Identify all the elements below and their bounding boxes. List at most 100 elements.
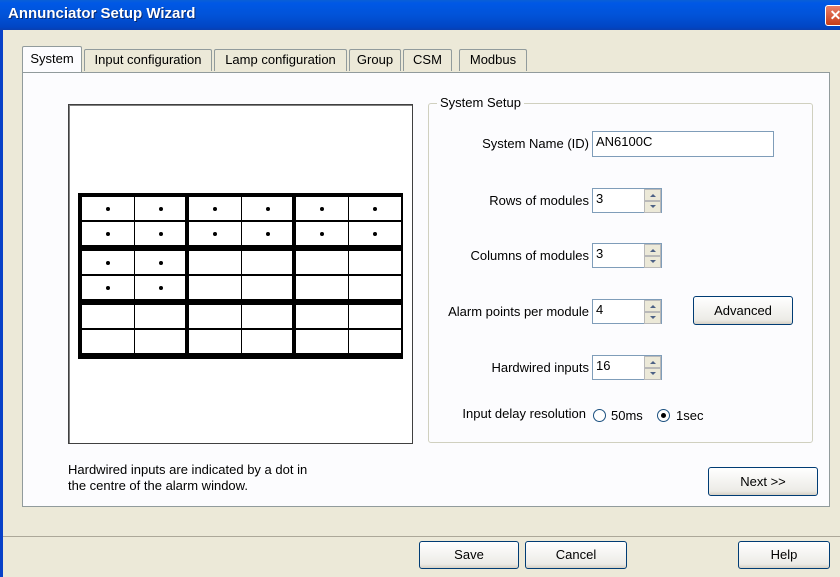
delay-1sec-label[interactable]: 1sec bbox=[676, 408, 703, 423]
hardwired-dot bbox=[373, 206, 377, 211]
hardwired-dot bbox=[159, 231, 163, 236]
module bbox=[185, 247, 296, 305]
window-title: Annunciator Setup Wizard bbox=[8, 5, 196, 22]
hardwired-note: Hardwired inputs are indicated by a dot … bbox=[68, 462, 398, 494]
advanced-button[interactable]: Advanced bbox=[693, 296, 793, 325]
alarm-window bbox=[242, 305, 294, 328]
module bbox=[292, 301, 403, 359]
alarm-window bbox=[82, 330, 134, 353]
alarm-points-spinner[interactable]: 4 bbox=[592, 299, 662, 324]
note-line-2: the centre of the alarm window. bbox=[68, 478, 248, 493]
hardwired-dot bbox=[373, 231, 377, 236]
hardwired-dot bbox=[106, 260, 110, 265]
tab-group[interactable]: Group bbox=[349, 49, 401, 71]
alarm-points-value[interactable]: 4 bbox=[592, 299, 644, 324]
hardwired-dot bbox=[106, 231, 110, 236]
spin-down-icon bbox=[650, 205, 656, 208]
tab-system[interactable]: System bbox=[22, 46, 82, 72]
input-delay-label: Input delay resolution bbox=[462, 406, 586, 421]
radio-selected-dot bbox=[661, 413, 666, 418]
delay-50ms-radio[interactable] bbox=[593, 409, 606, 422]
spin-down-icon bbox=[650, 316, 656, 319]
alarm-points-spin-up[interactable] bbox=[644, 300, 661, 312]
system-name-input[interactable]: AN6100C bbox=[592, 131, 774, 157]
footer-divider bbox=[3, 536, 840, 537]
window-frame bbox=[0, 30, 3, 577]
rows-spin-down[interactable] bbox=[644, 201, 661, 213]
spin-up-icon bbox=[650, 194, 656, 197]
alarm-window bbox=[296, 276, 348, 299]
hardwired-dot bbox=[159, 206, 163, 211]
hardwired-dot bbox=[266, 206, 270, 211]
hardwired-spin-down[interactable] bbox=[644, 368, 661, 380]
close-icon: ✕ bbox=[829, 7, 840, 23]
alarm-window bbox=[189, 276, 241, 299]
hardwired-dot bbox=[106, 285, 110, 290]
alarm-points-spin-down[interactable] bbox=[644, 312, 661, 324]
module bbox=[185, 301, 296, 359]
hardwired-inputs-label: Hardwired inputs bbox=[491, 360, 589, 375]
module bbox=[292, 193, 403, 251]
rows-of-modules-value[interactable]: 3 bbox=[592, 188, 644, 213]
spin-up-icon bbox=[650, 249, 656, 252]
system-setup-group-label: System Setup bbox=[437, 95, 524, 110]
delay-50ms-label[interactable]: 50ms bbox=[611, 408, 643, 423]
close-button[interactable]: ✕ bbox=[825, 5, 840, 26]
hardwired-inputs-spinner[interactable]: 16 bbox=[592, 355, 662, 380]
alarm-window bbox=[135, 330, 187, 353]
columns-spin-down[interactable] bbox=[644, 256, 661, 268]
rows-spin-up[interactable] bbox=[644, 189, 661, 201]
alarm-window bbox=[296, 251, 348, 274]
columns-spin-up[interactable] bbox=[644, 244, 661, 256]
alarm-window bbox=[349, 251, 401, 274]
hardwired-spin-up[interactable] bbox=[644, 356, 661, 368]
columns-of-modules-label: Columns of modules bbox=[470, 248, 590, 263]
alarm-window bbox=[242, 276, 294, 299]
columns-of-modules-value[interactable]: 3 bbox=[592, 243, 644, 268]
alarm-window bbox=[189, 251, 241, 274]
columns-of-modules-spinner[interactable]: 3 bbox=[592, 243, 662, 268]
cancel-button[interactable]: Cancel bbox=[525, 541, 627, 569]
alarm-window bbox=[189, 305, 241, 328]
tab-input-configuration[interactable]: Input configuration bbox=[84, 49, 212, 71]
module bbox=[292, 247, 403, 305]
alarm-window bbox=[296, 305, 348, 328]
hardwired-inputs-value[interactable]: 16 bbox=[592, 355, 644, 380]
rows-of-modules-spinner[interactable]: 3 bbox=[592, 188, 662, 213]
alarm-window bbox=[189, 330, 241, 353]
spin-up-icon bbox=[650, 361, 656, 364]
spin-down-icon bbox=[650, 372, 656, 375]
hardwired-dot bbox=[266, 231, 270, 236]
module bbox=[78, 193, 189, 251]
hardwired-dot bbox=[213, 206, 217, 211]
alarm-window bbox=[296, 330, 348, 353]
spin-down-icon bbox=[650, 260, 656, 263]
tab-csm[interactable]: CSM bbox=[403, 49, 452, 71]
alarm-window bbox=[349, 330, 401, 353]
title-bar: Annunciator Setup Wizard ✕ bbox=[0, 0, 840, 30]
note-line-1: Hardwired inputs are indicated by a dot … bbox=[68, 462, 308, 477]
alarm-window bbox=[135, 305, 187, 328]
module bbox=[185, 193, 296, 251]
hardwired-dot bbox=[159, 260, 163, 265]
hardwired-dot bbox=[320, 206, 324, 211]
delay-1sec-radio[interactable] bbox=[657, 409, 670, 422]
tab-modbus[interactable]: Modbus bbox=[459, 49, 527, 71]
tab-lamp-configuration[interactable]: Lamp configuration bbox=[214, 49, 347, 71]
next-button[interactable]: Next >> bbox=[708, 467, 818, 496]
alarm-points-label: Alarm points per module bbox=[448, 304, 589, 319]
help-button[interactable]: Help bbox=[738, 541, 830, 569]
module bbox=[78, 301, 189, 359]
alarm-window bbox=[349, 305, 401, 328]
system-name-label: System Name (ID) bbox=[482, 136, 589, 151]
save-button[interactable]: Save bbox=[419, 541, 519, 569]
hardwired-dot bbox=[213, 231, 217, 236]
alarm-window bbox=[82, 305, 134, 328]
alarm-window bbox=[242, 251, 294, 274]
module bbox=[78, 247, 189, 305]
hardwired-dot bbox=[320, 231, 324, 236]
spin-up-icon bbox=[650, 305, 656, 308]
hardwired-dot bbox=[106, 206, 110, 211]
alarm-window bbox=[349, 276, 401, 299]
rows-of-modules-label: Rows of modules bbox=[489, 193, 589, 208]
